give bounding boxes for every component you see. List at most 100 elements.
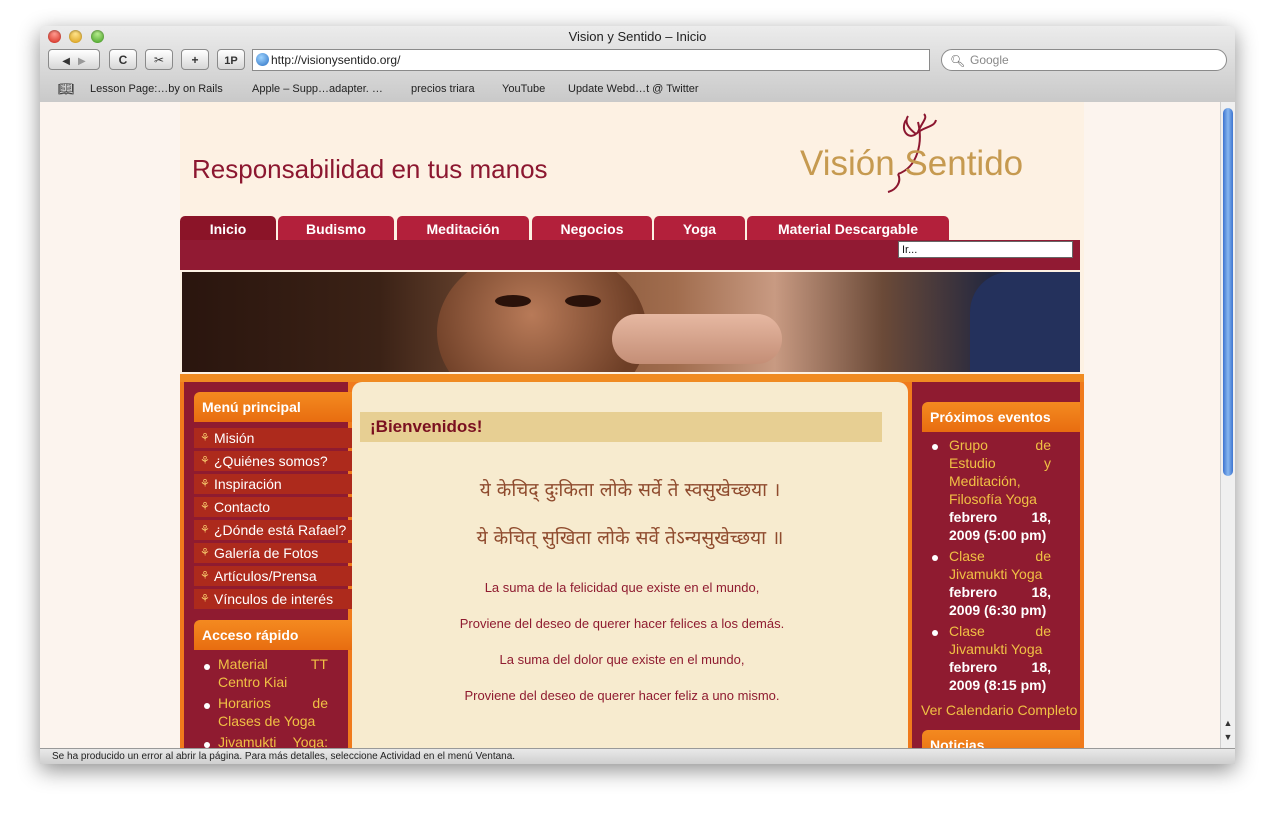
noticias-header: Noticias xyxy=(922,730,1080,748)
window-title: Vision y Sentido – Inicio xyxy=(568,29,707,44)
site-search-input[interactable]: Ir... xyxy=(898,241,1073,258)
acceso-rapido-header: Acceso rápido xyxy=(194,620,354,650)
bookmark-item[interactable]: Lesson Page:…by on Rails xyxy=(90,78,223,100)
quick-link-material-tt[interactable]: Material TT xyxy=(218,655,328,673)
scroll-up-icon[interactable]: ▲ xyxy=(1222,718,1234,730)
snippet-button[interactable]: ✂ xyxy=(145,49,173,70)
calendar-link[interactable]: Ver Calendario Completo xyxy=(921,702,1077,718)
tab-meditacion[interactable]: Meditación xyxy=(397,216,529,240)
search-icon: 🔍︎ xyxy=(950,54,966,68)
web-viewport: Responsabilidad en tus manos Visión Sent… xyxy=(40,102,1220,748)
browser-window: Vision y Sentido – Inicio ◀ ▶ C ✂ + 1P ht… xyxy=(40,26,1235,764)
event-date-line: 2009 (5:00 pm) xyxy=(949,527,1047,543)
event-date-line: 2009 (6:30 pm) xyxy=(949,602,1047,618)
forward-icon[interactable]: ▶ xyxy=(78,56,86,67)
lotus-icon: ⚘ xyxy=(200,593,210,605)
site-slogan: Responsabilidad en tus manos xyxy=(192,154,548,184)
event-item[interactable]: Clase de Jivamukti Yoga febrero 18, 2009… xyxy=(949,622,1051,694)
tab-inicio[interactable]: Inicio xyxy=(180,216,276,240)
verse-line-1: La suma de la felicidad que existe en el… xyxy=(484,580,760,595)
bookmark-item[interactable]: Update Webd…t @ Twitter xyxy=(568,78,699,100)
photo-background xyxy=(970,272,1080,372)
sidebar-item-label: ¿Dónde está Rafael? xyxy=(214,522,347,538)
sidebar-item-label: ¿Quiénes somos? xyxy=(214,453,328,469)
photo-eye xyxy=(565,295,601,307)
back-icon[interactable]: ◀ xyxy=(62,56,70,67)
photo-face xyxy=(437,272,647,372)
bookmark-item[interactable]: YouTube xyxy=(502,78,545,100)
tab-budismo[interactable]: Budismo xyxy=(278,216,394,240)
sidebar-item-label: Galería de Fotos xyxy=(214,545,319,561)
left-sidebar: Menú principal ⚘ Misión ⚘ ¿Quiénes somos? … xyxy=(184,382,354,748)
search-placeholder: Google xyxy=(970,53,1009,67)
content-area: Menú principal ⚘ Misión ⚘ ¿Quiénes somos? … xyxy=(180,374,1084,748)
event-date-line: febrero 18, xyxy=(949,659,1051,675)
sidebar-item-vinculos[interactable]: ⚘ Vínculos de interés xyxy=(194,589,354,609)
quick-link-jivamukti[interactable]: Jivamukti Yoga: xyxy=(218,733,328,748)
tab-yoga[interactable]: Yoga xyxy=(654,216,745,240)
status-bar: Se ha producido un error al abrir la pág… xyxy=(40,748,1235,764)
address-field[interactable]: http://visionysentido.org/ xyxy=(252,49,930,71)
tab-negocios[interactable]: Negocios xyxy=(532,216,652,240)
event-title-line: Jivamukti Yoga xyxy=(949,641,1043,657)
event-title-line: Meditación, xyxy=(949,473,1021,489)
search-input[interactable]: 🔍︎ Google xyxy=(941,49,1227,71)
sanskrit-line-2: ये केचित्‌ सुखिता लोके सर्वे तेऽन्यसुखेच… xyxy=(476,527,784,549)
bookmark-item[interactable]: precios triara xyxy=(411,78,475,100)
event-title-line: Filosofía Yoga xyxy=(949,491,1037,507)
url-text: http://visionysentido.org/ xyxy=(271,53,401,67)
lotus-icon: ⚘ xyxy=(200,501,210,513)
lotus-icon: ⚘ xyxy=(200,432,210,444)
event-item[interactable]: Clase de Jivamukti Yoga febrero 18, 2009… xyxy=(949,547,1051,619)
bullet-icon xyxy=(932,444,938,450)
event-date-line: febrero 18, xyxy=(949,584,1051,600)
header-photo xyxy=(182,272,1080,372)
event-item[interactable]: Grupo de Estudio y Meditación, Filosofía… xyxy=(949,436,1051,544)
verse-line-3: La suma del dolor que existe en el mundo… xyxy=(499,652,745,667)
add-bookmark-button[interactable]: + xyxy=(181,49,209,70)
site-logo[interactable]: Visión Sentido xyxy=(790,112,1050,202)
content-stripe xyxy=(180,374,1084,382)
reload-button[interactable]: C xyxy=(109,49,137,70)
event-date-line: 2009 (8:15 pm) xyxy=(949,677,1047,693)
sidebar-item-label: Artículos/Prensa xyxy=(214,568,317,584)
sidebar-item-galeria[interactable]: ⚘ Galería de Fotos xyxy=(194,543,354,563)
sidebar-item-quienes-somos[interactable]: ⚘ ¿Quiénes somos? xyxy=(194,451,354,471)
reload-icon: C xyxy=(118,53,128,67)
bookmarks-book-icon[interactable]: 📖︎ xyxy=(58,78,75,100)
sidebar-item-articulos[interactable]: ⚘ Artículos/Prensa xyxy=(194,566,354,586)
tab-material-descargable[interactable]: Material Descargable xyxy=(747,216,949,240)
quick-link-clases-yoga[interactable]: Clases de Yoga xyxy=(218,712,328,730)
event-title-line: Grupo de xyxy=(949,437,1051,453)
proximos-eventos-header: Próximos eventos xyxy=(922,402,1080,432)
lotus-icon: ⚘ xyxy=(200,570,210,582)
sidebar-item-mision[interactable]: ⚘ Misión xyxy=(194,428,354,448)
sidebar-item-label: Misión xyxy=(214,430,255,446)
sidebar-item-donde-esta-rafael[interactable]: ⚘ ¿Dónde está Rafael? xyxy=(194,520,354,540)
onepassword-button[interactable]: 1P xyxy=(217,49,245,70)
quick-link-centro-kiai[interactable]: Centro Kiai xyxy=(218,673,328,691)
bookmarks-bar: 📖︎ Lesson Page:…by on Rails Apple – Supp… xyxy=(40,78,1235,100)
lotus-icon: ⚘ xyxy=(200,478,210,490)
sidebar-item-inspiracion[interactable]: ⚘ Inspiración xyxy=(194,474,354,494)
bullet-icon xyxy=(204,664,210,670)
welcome-heading: ¡Bienvenidos! xyxy=(360,412,882,442)
photo-foot xyxy=(612,314,782,364)
bookmark-item[interactable]: Apple – Supp…adapter. … xyxy=(252,78,383,100)
quick-link-horarios[interactable]: Horarios de xyxy=(218,694,328,712)
back-forward-buttons[interactable]: ◀ ▶ xyxy=(48,49,100,70)
scroll-down-icon[interactable]: ▼ xyxy=(1222,732,1234,744)
scissors-icon: ✂ xyxy=(153,53,165,67)
title-bar: Vision y Sentido – Inicio ◀ ▶ C ✂ + 1P ht… xyxy=(40,26,1235,103)
lotus-icon: ⚘ xyxy=(200,524,210,536)
menu-principal-header: Menú principal xyxy=(194,392,354,422)
main-content: ¡Bienvenidos! ये केचिद्‌ दुःकिता लोके सर… xyxy=(352,382,908,748)
bullet-icon xyxy=(932,630,938,636)
sidebar-item-contacto[interactable]: ⚘ Contacto xyxy=(194,497,354,517)
plus-icon: + xyxy=(191,53,199,67)
vertical-scrollbar[interactable]: ▲ ▼ xyxy=(1220,102,1235,748)
event-title-line: Clase de xyxy=(949,548,1051,564)
lotus-icon: ⚘ xyxy=(200,455,210,467)
scrollbar-thumb[interactable] xyxy=(1223,108,1233,476)
sidebar-item-label: Inspiración xyxy=(214,476,282,492)
